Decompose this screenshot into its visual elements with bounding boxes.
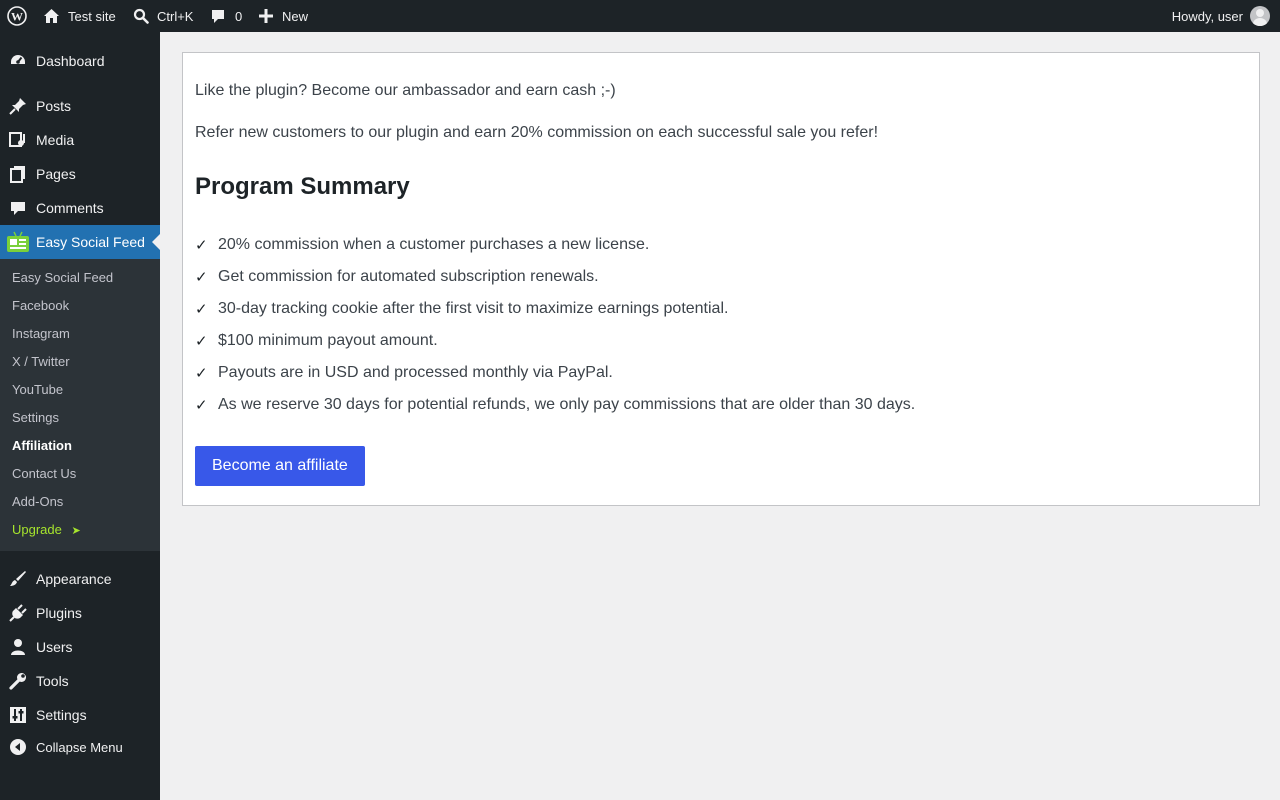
benefit-text: Payouts are in USD and processed monthly… — [218, 364, 613, 381]
menu-label: Posts — [36, 98, 72, 114]
affiliation-panel: Like the plugin? Become our ambassador a… — [182, 52, 1260, 506]
checkmark-icon: ✓ — [195, 269, 208, 286]
menu-label: Media — [36, 132, 75, 148]
admin-sidebar: Dashboard Posts Media Pages Comments Eas… — [0, 32, 160, 800]
site-name: Test site — [68, 8, 116, 24]
upgrade-label: Upgrade — [12, 522, 62, 537]
menu-label: Tools — [36, 673, 69, 689]
submenu-contact-us[interactable]: Contact Us — [12, 465, 76, 483]
submenu-youtube[interactable]: YouTube — [12, 381, 63, 399]
checkmark-icon: ✓ — [195, 237, 208, 254]
easy-social-feed-icon — [6, 231, 30, 253]
list-item: ✓ $100 minimum payout amount. — [195, 325, 915, 357]
menu-dashboard[interactable]: Dashboard — [0, 44, 160, 78]
menu-plugins[interactable]: Plugins — [0, 596, 160, 630]
menu-label: Pages — [36, 166, 76, 182]
plus-icon — [259, 9, 273, 23]
submenu-facebook[interactable]: Facebook — [12, 297, 69, 315]
menu-users[interactable]: Users — [0, 630, 160, 664]
comment-icon — [9, 199, 27, 217]
pages-icon — [9, 165, 27, 183]
plug-icon — [9, 604, 27, 622]
menu-posts[interactable]: Posts — [0, 89, 160, 123]
menu-appearance[interactable]: Appearance — [0, 562, 160, 596]
admin-bar: W Test site Ctrl+K 0 New Howdy, user — [0, 0, 1280, 32]
submenu-add-ons[interactable]: Add-Ons — [12, 493, 63, 511]
refer-text: Refer new customers to our plugin and ea… — [195, 124, 879, 141]
benefits-list: ✓ 20% commission when a customer purchase… — [195, 229, 915, 421]
collapse-icon — [9, 738, 27, 756]
program-summary-heading: Program Summary — [195, 173, 410, 200]
list-item: ✓ Payouts are in USD and processed monthl… — [195, 357, 915, 389]
sliders-icon — [9, 706, 27, 724]
menu-pages[interactable]: Pages — [0, 157, 160, 191]
benefit-text: 30-day tracking cookie after the first v… — [218, 300, 729, 317]
menu-label: Settings — [36, 707, 87, 723]
wordpress-logo-button[interactable]: W — [7, 0, 27, 32]
collapse-label: Collapse Menu — [36, 739, 123, 755]
collapse-menu-button[interactable]: Collapse Menu — [0, 730, 160, 764]
menu-label: Dashboard — [36, 53, 105, 69]
intro-text: Like the plugin? Become our ambassador a… — [195, 82, 616, 99]
benefit-text: As we reserve 30 days for potential refu… — [218, 396, 916, 413]
submenu-x-twitter[interactable]: X / Twitter — [12, 353, 70, 371]
menu-label: Users — [36, 639, 73, 655]
site-name-link[interactable]: Test site — [43, 0, 116, 32]
dashboard-icon — [9, 52, 27, 70]
checkmark-icon: ✓ — [195, 301, 208, 318]
user-icon — [9, 638, 27, 656]
howdy-greeting: Howdy, user — [1171, 8, 1243, 24]
checkmark-icon: ✓ — [195, 365, 208, 382]
submenu-settings[interactable]: Settings — [12, 409, 59, 427]
menu-tools[interactable]: Tools — [0, 664, 160, 698]
avatar — [1250, 6, 1270, 26]
list-item: ✓ 30-day tracking cookie after the first … — [195, 293, 915, 325]
menu-settings[interactable]: Settings — [0, 698, 160, 732]
submenu-easy-social-feed[interactable]: Easy Social Feed — [12, 269, 113, 287]
menu-label: Plugins — [36, 605, 82, 621]
paintbrush-icon — [9, 570, 27, 588]
upgrade-arrow-icon: ➤ — [71, 525, 81, 537]
checkmark-icon: ✓ — [195, 333, 208, 350]
list-item: ✓ 20% commission when a customer purchase… — [195, 229, 915, 261]
checkmark-icon: ✓ — [195, 397, 208, 414]
menu-comments[interactable]: Comments — [0, 191, 160, 225]
submenu-affiliation[interactable]: Affiliation — [12, 437, 72, 455]
wordpress-logo-icon: W — [7, 6, 27, 26]
media-icon — [9, 131, 27, 149]
comments-link[interactable]: 0 — [210, 0, 242, 32]
search-shortcut: Ctrl+K — [157, 8, 194, 24]
home-icon — [44, 9, 59, 23]
menu-media[interactable]: Media — [0, 123, 160, 157]
list-item: ✓ Get commission for automated subscripti… — [195, 261, 915, 293]
benefit-text: 20% commission when a customer purchases… — [218, 236, 650, 253]
my-account-menu[interactable]: Howdy, user — [1172, 0, 1270, 32]
submenu-upgrade[interactable]: Upgrade ➤ — [12, 521, 81, 539]
search-icon — [133, 8, 149, 24]
become-affiliate-button[interactable]: Become an affiliate — [195, 446, 365, 486]
comment-icon — [212, 10, 224, 23]
menu-label: Comments — [36, 200, 104, 216]
list-item: ✓ As we reserve 30 days for potential ref… — [195, 389, 915, 421]
easy-social-feed-submenu: Easy Social Feed Facebook Instagram X / … — [0, 259, 160, 551]
menu-label: Appearance — [36, 571, 112, 587]
pushpin-icon — [9, 97, 27, 115]
benefit-text: $100 minimum payout amount. — [218, 332, 438, 349]
submenu-instagram[interactable]: Instagram — [12, 325, 70, 343]
comments-count: 0 — [235, 8, 243, 24]
menu-easy-social-feed[interactable]: Easy Social Feed — [0, 225, 160, 259]
menu-label: Easy Social Feed — [36, 234, 145, 250]
svg-text:W: W — [11, 10, 23, 24]
benefit-text: Get commission for automated subscriptio… — [218, 268, 599, 285]
new-label: New — [282, 8, 309, 24]
new-content-button[interactable]: New — [259, 0, 308, 32]
wrench-icon — [9, 672, 27, 690]
command-palette-button[interactable]: Ctrl+K — [133, 0, 193, 32]
